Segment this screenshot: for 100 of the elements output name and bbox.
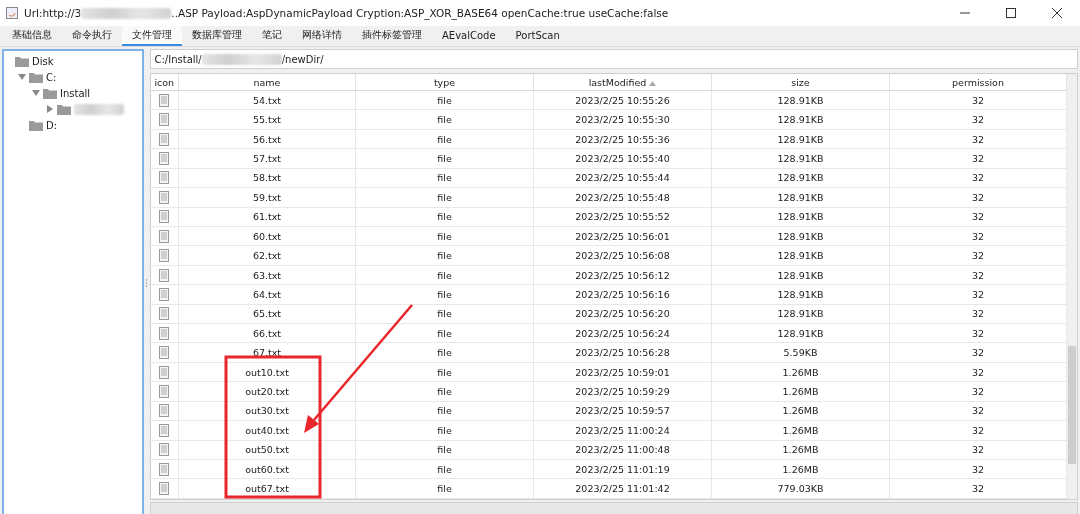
table-cell: file (355, 265, 534, 285)
table-cell: file (355, 148, 534, 169)
tab[interactable]: 插件标签管理 (352, 26, 432, 46)
table-cell: 63.txt (178, 265, 356, 285)
table-cell: 32 (889, 304, 1067, 324)
expand-arrow-icon[interactable] (32, 89, 40, 97)
expand-arrow-icon[interactable] (18, 73, 26, 81)
table-cell: 128.91KB (711, 187, 890, 208)
file-icon (159, 404, 170, 418)
file-icon (159, 462, 170, 476)
tree-item[interactable]: Install (60, 87, 91, 99)
table-cell: file (355, 109, 534, 130)
table-cell: out60.txt (178, 459, 356, 479)
tab[interactable]: 文件管理 (122, 26, 182, 46)
file-icon (159, 443, 170, 457)
table-cell: file (355, 304, 534, 324)
table-cell: 32 (889, 343, 1067, 363)
horizontal-scrollbar[interactable] (149, 502, 1078, 514)
file-icon (159, 93, 170, 107)
table-cell: file (355, 459, 534, 479)
table-cell: 32 (889, 187, 1067, 208)
table-cell: 58.txt (178, 168, 356, 188)
table-cell: file (355, 90, 534, 110)
table-cell: 2023/2/25 11:00:48 (533, 440, 712, 460)
table-cell: file (355, 207, 534, 227)
folder-icon (57, 103, 71, 115)
redacted-label (74, 103, 124, 115)
table-cell: 2023/2/25 11:00:24 (533, 420, 712, 441)
column-header[interactable]: lastModified (533, 74, 712, 91)
tree-item[interactable]: D: (46, 119, 58, 131)
folder-icon (29, 119, 43, 131)
splitter-handle-icon[interactable] (145, 277, 149, 288)
table-cell: 61.txt (178, 207, 356, 227)
tab[interactable]: AEvalCode (432, 26, 506, 46)
table-cell: 32 (889, 420, 1067, 441)
file-icon (159, 365, 170, 379)
tree-item[interactable]: Disk (32, 55, 54, 67)
table-cell: 32 (889, 226, 1067, 246)
file-icon (159, 423, 170, 437)
table-cell: out10.txt (178, 362, 356, 382)
table-cell: 32 (889, 459, 1067, 479)
file-icon (159, 210, 170, 224)
file-icon (159, 229, 170, 243)
tab[interactable]: 数据库管理 (182, 26, 252, 46)
table-cell: 57.txt (178, 148, 356, 169)
table-cell: 59.txt (178, 187, 356, 208)
vertical-scrollbar[interactable] (1067, 74, 1077, 499)
file-icon (159, 171, 170, 185)
folder-icon (29, 71, 43, 83)
table-cell: 2023/2/25 10:56:20 (533, 304, 712, 324)
table-cell: 2023/2/25 10:56:12 (533, 265, 712, 285)
table-cell: 1.26MB (711, 401, 890, 421)
table-cell: 2023/2/25 10:59:01 (533, 362, 712, 382)
table-cell: 128.91KB (711, 226, 890, 246)
folder-icon (43, 87, 57, 99)
tab[interactable]: 笔记 (252, 26, 292, 46)
path-field[interactable]: C:/Install/ /newDir/ (149, 49, 1078, 69)
table-cell: 779.03KB (711, 478, 890, 499)
table-cell: 1.26MB (711, 420, 890, 441)
table-cell: 2023/2/25 11:01:42 (533, 478, 712, 499)
file-icon (159, 307, 170, 321)
table-cell: 54.txt (178, 90, 356, 110)
table-cell: 128.91KB (711, 265, 890, 285)
table-cell: 32 (889, 401, 1067, 421)
file-icon (159, 482, 170, 496)
column-header[interactable]: icon (150, 74, 179, 91)
tab[interactable]: 基础信息 (2, 26, 62, 46)
table-cell: 32 (889, 478, 1067, 499)
tab[interactable]: 网络详情 (292, 26, 352, 46)
table-cell: 2023/2/25 10:55:52 (533, 207, 712, 227)
file-icon (159, 151, 170, 165)
table-cell: 128.91KB (711, 90, 890, 110)
table-cell: 65.txt (178, 304, 356, 324)
tab[interactable]: 命令执行 (62, 26, 122, 46)
column-header[interactable]: type (355, 74, 534, 91)
table-cell: 55.txt (178, 109, 356, 130)
table-cell: 60.txt (178, 226, 356, 246)
file-icon (159, 132, 170, 146)
table-cell: 32 (889, 90, 1067, 110)
column-header[interactable]: permission (889, 74, 1067, 91)
column-header[interactable]: size (711, 74, 890, 91)
table-cell: out50.txt (178, 440, 356, 460)
tree-item[interactable]: C: (46, 71, 57, 83)
file-icon (159, 346, 170, 360)
table-cell: 128.91KB (711, 323, 890, 343)
table-cell: 2023/2/25 10:56:08 (533, 245, 712, 266)
table-cell: file (355, 226, 534, 246)
tab[interactable]: PortScan (505, 26, 570, 46)
table-cell: file (355, 420, 534, 441)
table-cell: file (355, 478, 534, 499)
table-cell: 128.91KB (711, 109, 890, 130)
table-cell: 128.91KB (711, 168, 890, 188)
close-icon[interactable] (1052, 8, 1062, 18)
file-icon (159, 268, 170, 282)
maximize-icon[interactable] (1006, 8, 1016, 18)
column-header[interactable]: name (178, 74, 356, 91)
table-cell: 62.txt (178, 245, 356, 266)
file-icon (159, 326, 170, 340)
collapse-arrow-icon[interactable] (46, 105, 54, 113)
table-cell: 128.91KB (711, 148, 890, 169)
